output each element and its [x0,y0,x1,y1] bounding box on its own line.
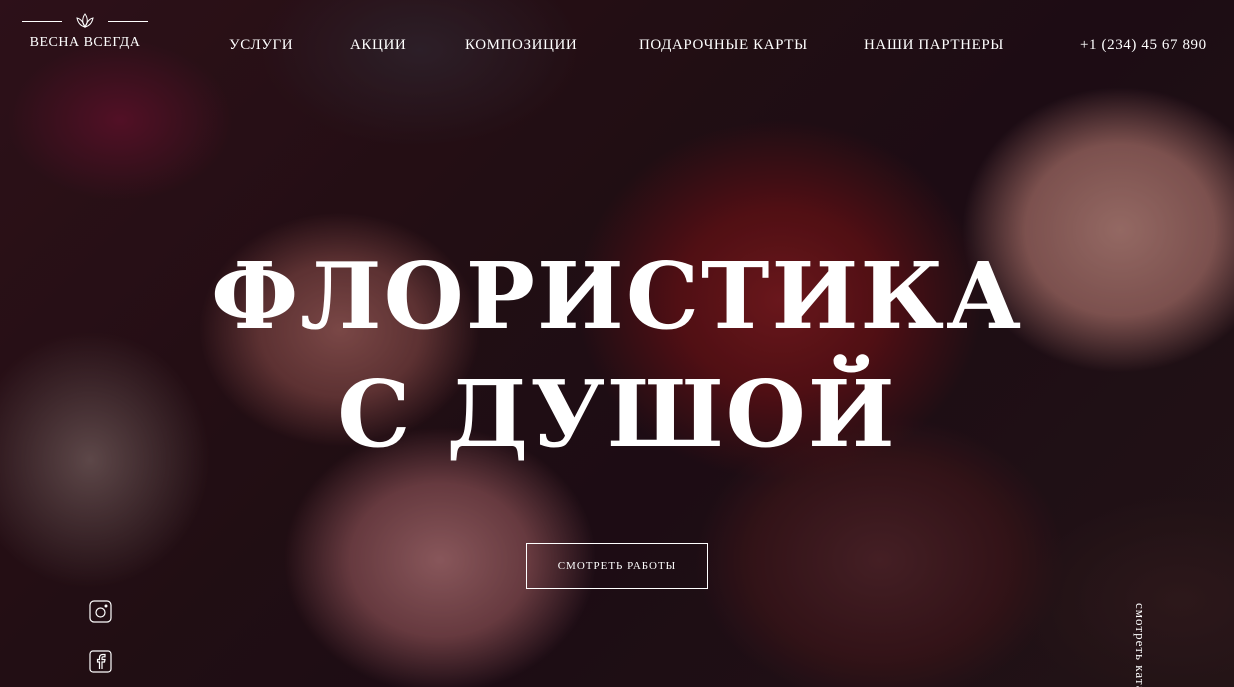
logo-line-left [22,20,62,22]
hero-section: ВЕСНА ВСЕГДА УСЛУГИ АКЦИИ КОМПОЗИЦИИ ПОД… [0,0,1234,687]
scroll-hint-text: смотреть каталог [1133,603,1148,687]
lotus-icon [76,13,94,28]
facebook-link[interactable] [89,650,112,673]
view-works-button[interactable]: СМОТРЕТЬ РАБОТЫ [526,543,708,589]
nav-item-partners[interactable]: НАШИ ПАРТНЕРЫ [864,37,1004,54]
nav-item-compositions[interactable]: КОМПОЗИЦИИ [465,37,577,54]
phone-number[interactable]: +1 (234) 45 67 890 [1080,37,1207,54]
hero-title: ФЛОРИСТИКА С ДУШОЙ [0,237,1234,473]
nav-item-promotions[interactable]: АКЦИИ [350,37,406,54]
instagram-link[interactable] [89,600,112,623]
nav-item-gift-cards[interactable]: ПОДАРОЧНЫЕ КАРТЫ [639,37,808,54]
nav-item-services[interactable]: УСЛУГИ [229,37,293,54]
hero-title-line-1: ФЛОРИСТИКА [210,242,1024,350]
instagram-icon [89,600,112,623]
hero-title-line-2: С ДУШОЙ [337,360,897,468]
logo-line-right [108,20,148,22]
main-nav: УСЛУГИ АКЦИИ КОМПОЗИЦИИ ПОДАРОЧНЫЕ КАРТЫ… [0,37,1234,57]
scroll-hint[interactable]: смотреть каталог [1120,603,1160,687]
facebook-icon [89,650,112,673]
